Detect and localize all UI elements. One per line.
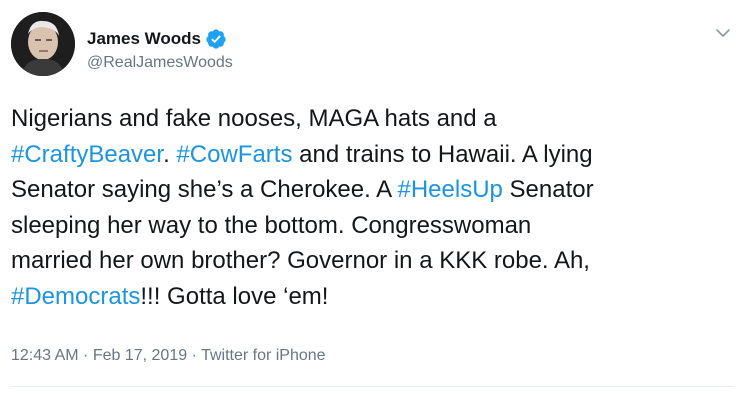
tweet-text-segment: . (163, 140, 177, 168)
verified-badge-icon (205, 28, 227, 50)
tweet-text-segment: !!! Gotta love ‘em! (140, 282, 329, 310)
tweet-time[interactable]: 12:43 AM (11, 347, 79, 364)
tweet-text-segment: Senator saying she’s a Cherokee. A (11, 176, 398, 203)
hashtag-link[interactable]: #CowFarts (176, 141, 292, 168)
tweet-line: Nigerians and fake nooses, MAGA hats and… (11, 101, 716, 137)
tweet-text-segment: and trains to Hawaii. A lying (292, 140, 593, 168)
tweet-card: James Woods @RealJamesWoods Nigerians an… (0, 0, 743, 402)
meta-separator: · (78, 347, 93, 364)
tweet-line: #CraftyBeaver. #CowFarts and trains to H… (11, 137, 716, 173)
tweet-source[interactable]: Twitter for iPhone (201, 347, 326, 364)
tweet-text-segment: Nigerians and fake nooses, MAGA hats and… (11, 105, 497, 132)
tweet-line: #Democrats!!! Gotta love ‘em! (11, 279, 716, 315)
tweet-text-segment: Senator (502, 176, 594, 203)
divider (11, 386, 734, 387)
author-name[interactable]: James Woods (87, 27, 201, 51)
avatar[interactable] (11, 12, 75, 76)
hashtag-link[interactable]: #CraftyBeaver (11, 141, 163, 168)
tweet-text: Nigerians and fake nooses, MAGA hats and… (11, 101, 716, 314)
tweet-text-segment: sleeping her way to the bottom. Congress… (11, 211, 532, 239)
tweet-line: married her own brother? Governor in a K… (11, 243, 716, 279)
tweet-line: sleeping her way to the bottom. Congress… (11, 208, 716, 244)
tweet-text-segment: married her own brother? Governor in a K… (11, 247, 590, 274)
meta-separator: · (187, 347, 202, 364)
tweet-metadata: 12:43 AM · Feb 17, 2019 · Twitter for iP… (11, 345, 326, 367)
hashtag-link[interactable]: #Democrats (11, 283, 140, 310)
tweet-line: Senator saying she’s a Cherokee. A #Heel… (11, 172, 716, 208)
tweet-date[interactable]: Feb 17, 2019 (93, 347, 187, 364)
author-handle[interactable]: @RealJamesWoods (87, 52, 233, 74)
hashtag-link[interactable]: #HeelsUp (397, 176, 502, 203)
chevron-down-icon[interactable] (712, 22, 734, 44)
author-name-row[interactable]: James Woods (87, 27, 227, 51)
